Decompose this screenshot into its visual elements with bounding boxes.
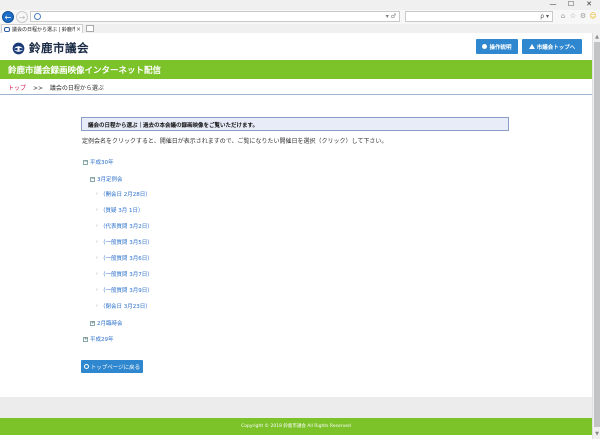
leaf-bullet-icon: › [96, 303, 98, 309]
expand-toggle-icon[interactable]: + [90, 320, 95, 326]
forward-arrow-icon[interactable]: → [16, 11, 28, 23]
site-name: 鈴鹿市議会 [29, 41, 89, 55]
return-icon [83, 364, 89, 369]
leaf-bullet-icon: › [96, 287, 98, 293]
info-heading: 議会の日程から選ぶ｜過去の本会議の録画映像をご覧いただけます。 [88, 123, 258, 129]
web-page: 鈴鹿市議会 操作説明 市議会トップへ 鈴鹿市議会録画映像インターネット配信 トッ… [0, 33, 592, 439]
address-bar[interactable]: ▾ ♂ [30, 11, 400, 22]
window-controls: — ☐ ✕ [544, 0, 598, 9]
minimize-button[interactable]: — [544, 0, 562, 9]
search-icon[interactable]: ρ ▾ [540, 12, 549, 21]
tree-session-label[interactable]: 3月定例会 [97, 175, 123, 183]
divider [0, 94, 592, 95]
tree-day-link[interactable]: （一般質問 3月5日） [100, 238, 153, 246]
browser-tab[interactable]: 議会の日程から選ぶ | 鈴鹿市... × [1, 24, 83, 33]
browser-toolbar: ← → ▾ ♂ ρ ▾ ⌂ ☆ ⚙ ☺ [0, 10, 600, 24]
leaf-bullet-icon: › [96, 239, 98, 245]
guide-button-label: 操作説明 [489, 44, 512, 51]
maximize-button[interactable]: ☐ [562, 0, 580, 9]
tree-year-label[interactable]: 平成29年 [90, 335, 114, 343]
collapse-toggle-icon[interactable]: − [83, 159, 88, 165]
tree-day-link[interactable]: （開会日 2月28日） [100, 190, 151, 198]
back-to-top-label: トップページに戻る [90, 364, 141, 371]
tree-year-h29[interactable]: + 平成29年 [83, 335, 114, 343]
leaf-bullet-icon: › [96, 191, 98, 197]
tree-day-link[interactable]: （一般質問 3月7日） [100, 270, 153, 278]
scroll-down-arrow-icon[interactable]: ▼ [593, 430, 600, 438]
tree-session-march[interactable]: − 3月定例会 [90, 175, 123, 183]
tree-day-link[interactable]: （閉会日 3月23日） [100, 302, 151, 310]
address-controls[interactable]: ▾ ♂ [386, 12, 396, 21]
footer-band [0, 397, 592, 418]
page-title: 鈴鹿市議会録画映像インターネット配信 [8, 66, 162, 76]
breadcrumb-separator: >> [32, 85, 43, 92]
expand-toggle-icon[interactable]: + [83, 336, 88, 342]
scroll-up-arrow-icon[interactable]: ▲ [593, 33, 600, 41]
settings-gear-icon[interactable]: ⚙ [578, 11, 588, 22]
tree-day-item[interactable]: › （閉会日 3月23日） [96, 302, 151, 310]
vertical-scrollbar[interactable]: ▲ ▼ [592, 33, 600, 439]
tree-day-link[interactable]: （代表質問 3月2日） [100, 222, 153, 230]
home-icon[interactable]: ⌂ [558, 11, 568, 22]
tree-day-link[interactable]: （一般質問 3月9日） [100, 286, 153, 294]
tree-session-february[interactable]: + 2月臨時会 [90, 319, 123, 327]
lead-text: 定例会名をクリックすると、開催日が表示されますので、ご覧になりたい開催日を選択（… [82, 138, 388, 145]
breadcrumb-home-link[interactable]: トップ [8, 85, 26, 92]
site-header: 鈴鹿市議会 操作説明 市議会トップへ [0, 33, 592, 60]
info-box: 議会の日程から選ぶ｜過去の本会議の録画映像をご覧いただけます。 [81, 117, 509, 131]
tree-year-h30[interactable]: − 平成30年 [83, 158, 114, 166]
tree-year-label[interactable]: 平成30年 [90, 158, 114, 166]
leaf-bullet-icon: › [96, 223, 98, 229]
leaf-bullet-icon: › [96, 271, 98, 277]
tree-session-label[interactable]: 2月臨時会 [97, 319, 123, 327]
scrollbar-thumb[interactable] [594, 42, 600, 427]
window-title-bar: — ☐ ✕ [0, 0, 600, 10]
toolbar-icons: ⌂ ☆ ⚙ ☺ [558, 11, 598, 22]
tab-title: 議会の日程から選ぶ | 鈴鹿市... [12, 26, 75, 33]
tree-day-link[interactable]: （一般質問 3月6日） [100, 254, 153, 262]
tab-close-icon[interactable]: × [75, 26, 82, 33]
feedback-smiley-icon[interactable]: ☺ [588, 11, 598, 22]
tree-day-item[interactable]: › （開会日 2月28日） [96, 190, 151, 198]
city-emblem-icon [12, 42, 25, 54]
title-banner: 鈴鹿市議会録画映像インターネット配信 [0, 60, 592, 79]
tree-day-item[interactable]: › （一般質問 3月6日） [96, 254, 153, 262]
info-icon [482, 44, 488, 49]
tree-day-item[interactable]: › （一般質問 3月5日） [96, 238, 153, 246]
back-arrow-icon[interactable]: ← [2, 11, 14, 23]
copyright-text: Copyright © 2018 鈴鹿市議会 All Rights Reserv… [241, 424, 351, 429]
tab-bar: 議会の日程から選ぶ | 鈴鹿市... × [0, 24, 600, 33]
tab-favicon-icon [4, 26, 10, 32]
site-logo[interactable]: 鈴鹿市議会 [12, 40, 89, 56]
back-to-top-button[interactable]: トップページに戻る [81, 360, 143, 373]
site-favicon-icon [34, 13, 41, 20]
breadcrumb-current: 議会の日程から選ぶ [49, 85, 104, 92]
collapse-toggle-icon[interactable]: − [90, 176, 95, 182]
new-tab-button[interactable] [86, 25, 94, 32]
council-top-button[interactable]: 市議会トップへ [522, 39, 582, 54]
tree-day-item[interactable]: › （一般質問 3月9日） [96, 286, 153, 294]
council-top-button-label: 市議会トップへ [536, 44, 576, 51]
tree-day-item[interactable]: › （一般質問 3月7日） [96, 270, 153, 278]
guide-button[interactable]: 操作説明 [476, 39, 518, 54]
tree-day-item[interactable]: › （代表質問 3月2日） [96, 222, 153, 230]
breadcrumb: トップ >> 議会の日程から選ぶ [8, 83, 104, 92]
browser-search-box[interactable]: ρ ▾ [405, 11, 553, 22]
favorites-star-icon[interactable]: ☆ [568, 11, 578, 22]
home-arrow-icon [528, 44, 535, 49]
close-window-button[interactable]: ✕ [580, 0, 598, 9]
tree-day-item[interactable]: › （質疑 3月 1日） [96, 206, 144, 214]
tree-day-link[interactable]: （質疑 3月 1日） [100, 206, 144, 214]
leaf-bullet-icon: › [96, 207, 98, 213]
leaf-bullet-icon: › [96, 255, 98, 261]
footer: Copyright © 2018 鈴鹿市議会 All Rights Reserv… [0, 418, 592, 435]
